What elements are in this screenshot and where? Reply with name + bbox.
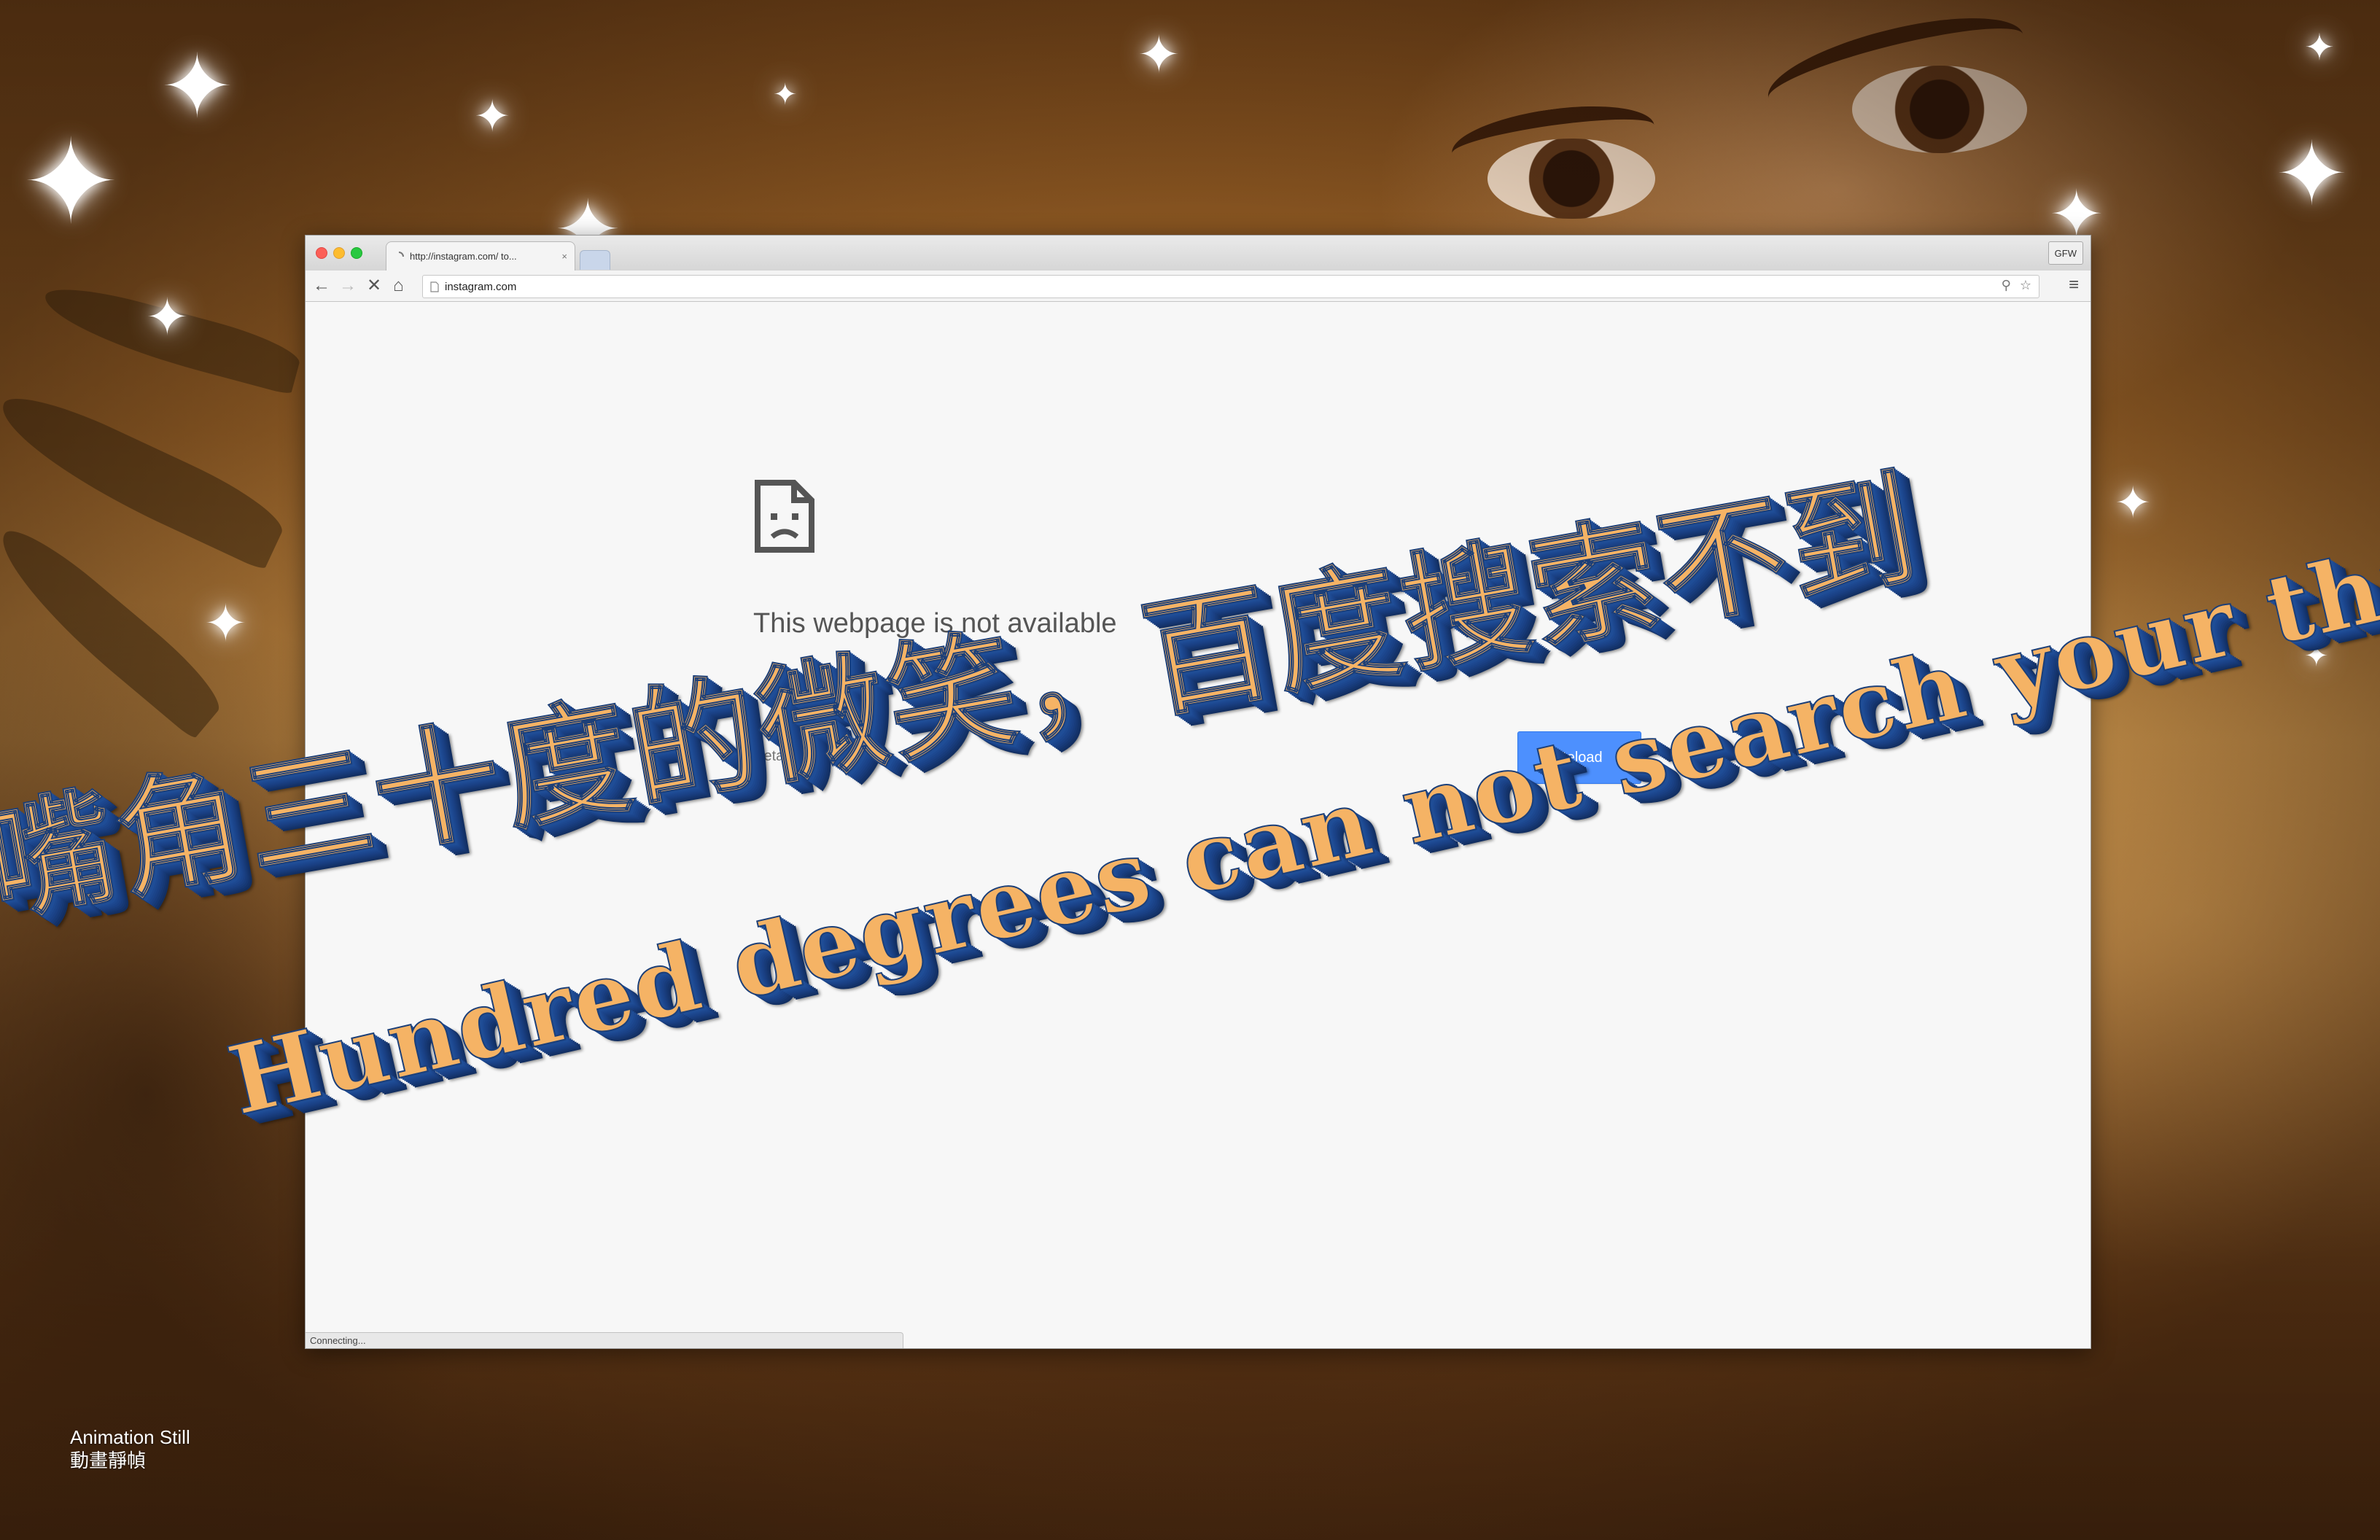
- new-tab-button[interactable]: [580, 250, 610, 270]
- zoom-icon[interactable]: ⚲: [2002, 278, 2011, 293]
- home-icon[interactable]: ⌂: [393, 275, 404, 297]
- tab-close-icon[interactable]: ×: [561, 251, 567, 262]
- omnibox-actions: ⚲ ☆: [2002, 278, 2031, 293]
- sparkle-icon: ✦: [146, 287, 189, 347]
- sparkle-icon: ✦: [2304, 26, 2335, 69]
- forward-icon[interactable]: →: [339, 275, 357, 297]
- painted-eyebrow-left: [1447, 95, 1659, 184]
- sparkle-icon: ✦: [2115, 478, 2152, 529]
- sparkle-icon: ✦: [22, 114, 120, 250]
- tab-strip: http://instagram.com/ to... × GFW: [306, 236, 2091, 271]
- minimize-window-button[interactable]: [333, 247, 345, 259]
- url-text: instagram.com: [445, 280, 517, 293]
- star-icon[interactable]: ☆: [2020, 278, 2031, 293]
- sparkle-icon: ✦: [2275, 124, 2349, 225]
- back-icon[interactable]: ←: [313, 275, 330, 297]
- tab-instagram[interactable]: http://instagram.com/ to... ×: [386, 241, 575, 271]
- sparkle-icon: ✦: [160, 36, 234, 138]
- palm-frond: [0, 382, 292, 572]
- menu-icon[interactable]: ≡: [2069, 275, 2079, 295]
- sad-file-icon: [755, 480, 814, 553]
- sparkle-icon: ✦: [204, 594, 247, 653]
- address-bar[interactable]: instagram.com ⚲ ☆: [422, 275, 2039, 298]
- caption-chinese: 動畫靜幀: [70, 1450, 147, 1471]
- loading-icon: [398, 251, 404, 257]
- caption-english: Animation Still: [70, 1426, 190, 1448]
- stop-icon[interactable]: ✕: [367, 275, 381, 297]
- page-icon: [430, 281, 439, 292]
- zoom-window-button[interactable]: [351, 247, 362, 259]
- sparkle-icon: ✦: [1138, 25, 1181, 85]
- navigation-toolbar: ← → ✕ ⌂ instagram.com ⚲ ☆ ≡: [306, 271, 2091, 302]
- status-bar: Connecting...: [306, 1332, 903, 1348]
- palm-frond: [0, 517, 231, 740]
- painted-eye-right: [1852, 66, 2027, 153]
- painted-eyebrow-right: [1759, 0, 2032, 135]
- extension-badge[interactable]: GFW: [2048, 241, 2083, 265]
- tab-title: http://instagram.com/ to...: [410, 251, 517, 262]
- sparkle-icon: ✦: [474, 91, 511, 142]
- painted-eye-left: [1488, 139, 1655, 219]
- caption: Animation Still 動畫靜幀: [70, 1426, 190, 1472]
- sparkle-icon: ✦: [773, 78, 798, 112]
- close-window-button[interactable]: [316, 247, 327, 259]
